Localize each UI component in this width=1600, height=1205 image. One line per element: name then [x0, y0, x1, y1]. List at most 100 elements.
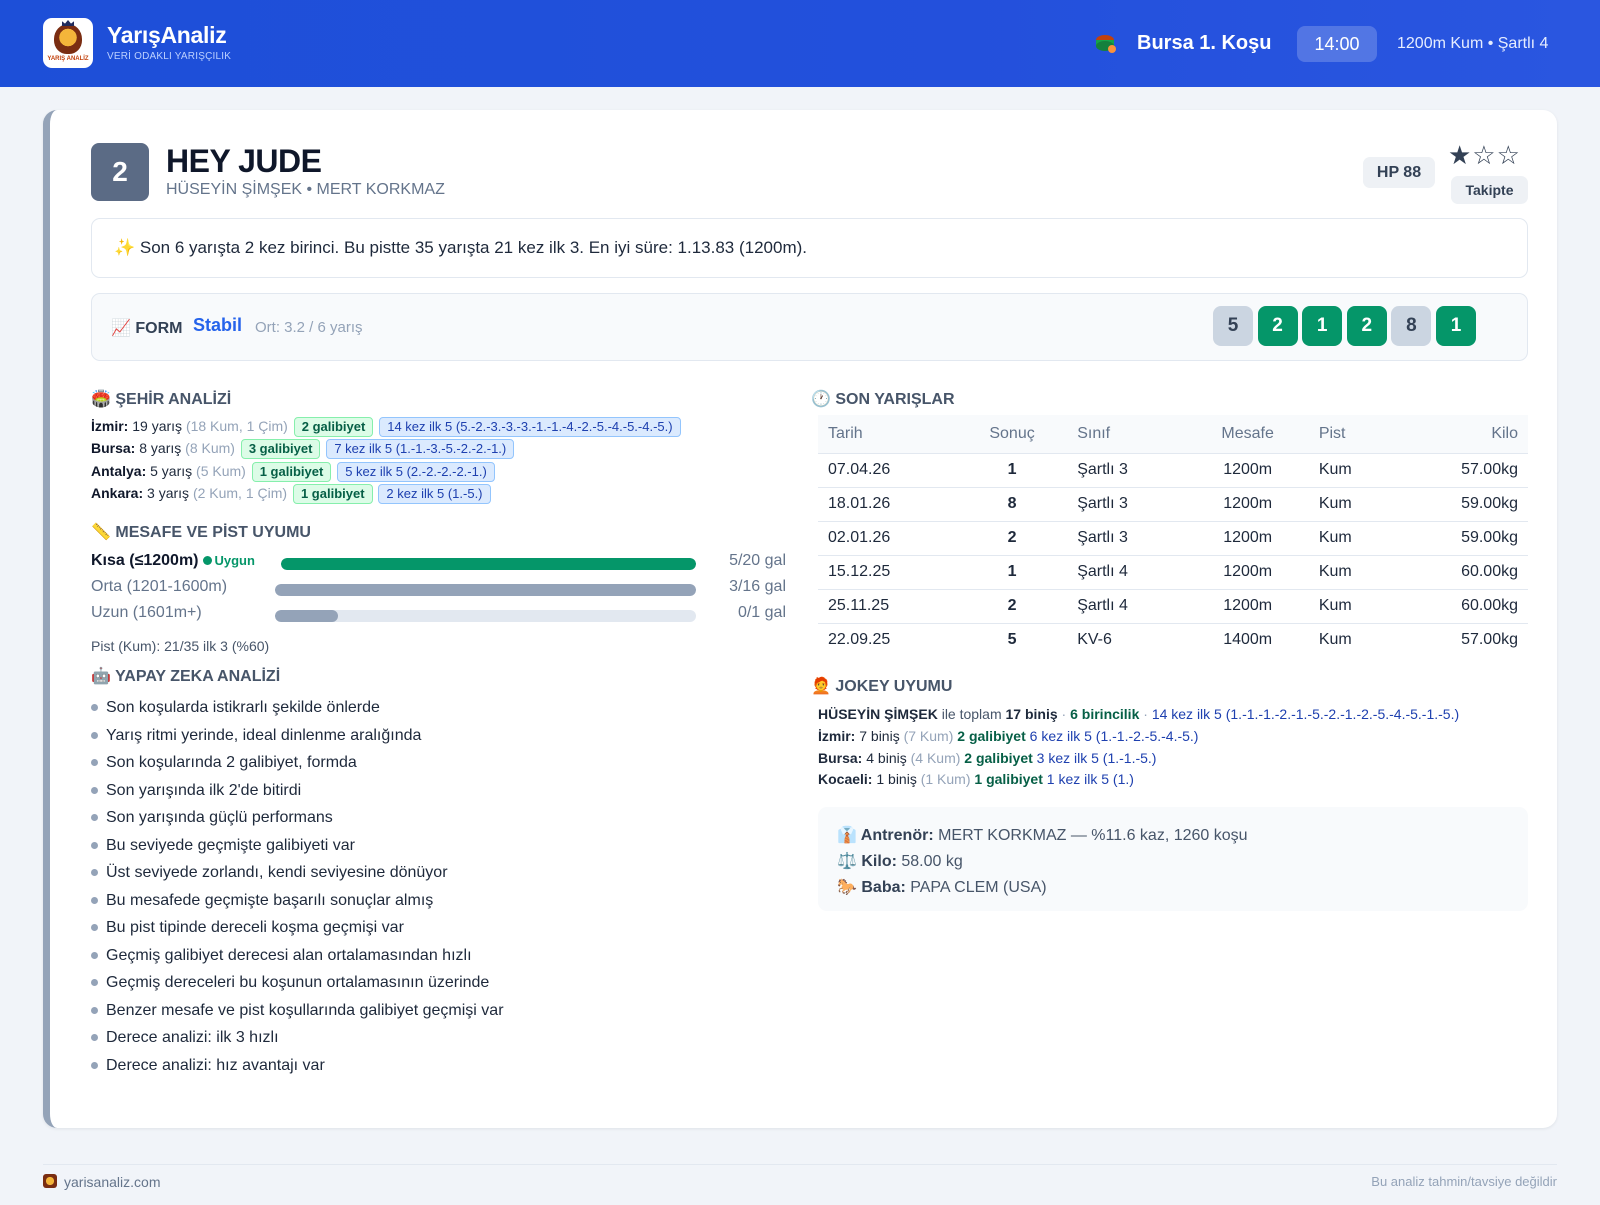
race-cell-date: 25.11.25 — [818, 588, 957, 623]
distance-label-text: Orta (1201-1600m) — [91, 578, 228, 595]
city-name: İzmir: — [91, 418, 129, 434]
table-row[interactable]: 15.12.25 1 Şartlı 4 1200m Kum 60.00kg — [818, 554, 1528, 589]
distance-bar-fill — [275, 610, 339, 622]
jockey-city-name: Bursa: — [818, 749, 863, 766]
form-result-pill: 1 — [1436, 306, 1476, 346]
table-column-header[interactable]: Mesafe — [1186, 415, 1309, 453]
race-cell-weight: 59.00kg — [1398, 486, 1528, 521]
table-column-header[interactable]: Kilo — [1398, 415, 1528, 453]
info-box: 👔 Antrenör: MERT KORKMAZ — %11.6 kaz, 12… — [818, 807, 1528, 911]
race-cell-class: Şartlı 4 — [1067, 588, 1187, 623]
race-cell-distance: 1200m — [1186, 554, 1309, 589]
jockey-total: 17 biniş — [1005, 706, 1058, 722]
footer-divider — [43, 1164, 1557, 1165]
city-races: 5 yarış — [150, 462, 193, 479]
jockey-city-row: İzmir: 7 biniş (7 Kum) 2 galibiyet 6 kez… — [818, 726, 1198, 747]
distance-bar-track — [275, 610, 696, 622]
ai-analysis-item: Bu seviyede geçmişte galibiyeti var — [91, 832, 504, 860]
table-column-header[interactable]: Sınıf — [1067, 415, 1187, 453]
jockey-city-top5: 6 kez ilk 5 (1.-1.-2.-5.-4.-5.) — [1025, 728, 1199, 744]
distance-fit-badge: Uygun — [202, 553, 255, 568]
race-cell-date: 02.01.26 — [818, 520, 957, 555]
race-cell-distance: 1200m — [1186, 520, 1309, 555]
weight-info: ⚖️ Kilo: 58.00 kg — [837, 853, 963, 870]
jockey-city-detail: (4 Kum) — [910, 749, 961, 766]
footer-site-link[interactable]: yarisanaliz.com — [64, 1174, 160, 1190]
follow-button[interactable]: Takipte — [1451, 176, 1528, 204]
table-header: Tarih Sonuç Sınıf Mesafe Pist Kilo — [818, 415, 1528, 453]
table-column-header[interactable]: Sonuç — [956, 415, 1068, 453]
table-row[interactable]: 07.04.26 1 Şartlı 3 1200m Kum 57.00kg — [818, 452, 1528, 487]
form-result-pill: 5 — [1213, 306, 1253, 346]
city-wins-tag: 1 galibiyet — [292, 483, 373, 504]
table-column-header[interactable]: Tarih — [818, 415, 957, 453]
table-row[interactable]: 22.09.25 5 KV-6 1400m Kum 57.00kg — [818, 622, 1528, 657]
jockey-city-top5: 1 kez ilk 5 (1.) — [1042, 771, 1134, 787]
race-cell-distance: 1200m — [1186, 588, 1309, 623]
jockey-city-wins: 1 galibiyet — [970, 771, 1043, 787]
jockey-city-top5: 3 kez ilk 5 (1.-1.-5.) — [1032, 749, 1157, 766]
distance-row: Orta (1201-1600m) 3/16 gal — [91, 578, 786, 600]
race-cell-track: Kum — [1308, 622, 1399, 657]
form-label: 📈 FORM — [111, 320, 183, 337]
race-cell-track: Kum — [1308, 452, 1399, 487]
distance-label: Orta (1201-1600m) — [91, 578, 227, 596]
ai-analysis-item: Son yarışında güçlü performans — [91, 804, 504, 832]
ai-analysis-item: Son koşularında 2 galibiyet, formda — [91, 749, 504, 777]
ai-analysis-item: Derece analizi: hız avantajı var — [91, 1052, 504, 1080]
city-analysis-title: 🏟️ ŞEHİR ANALİZİ — [91, 391, 232, 408]
jockey-city-wins: 2 galibiyet — [960, 749, 1033, 766]
recent-races-title: 🕐 SON YARIŞLAR — [811, 391, 955, 408]
form-result-pill: 1 — [1302, 306, 1343, 346]
ai-analysis-item: Bu pist tipinde dereceli koşma geçmişi v… — [91, 914, 504, 942]
distance-label: Uzun (1601m+) — [91, 604, 202, 622]
race-cell-date: 07.04.26 — [818, 452, 957, 487]
race-cell-weight: 57.00kg — [1398, 622, 1528, 657]
city-races: 19 yarış — [132, 418, 183, 434]
city-wins-tag: 3 galibiyet — [240, 439, 321, 460]
race-title: Bursa 1. Koşu — [1137, 32, 1272, 54]
jockey-city-row: Kocaeli: 1 biniş (1 Kum) 1 galibiyet 1 k… — [818, 769, 1134, 790]
distance-fit-text: Uygun — [214, 553, 255, 568]
horse-name: HEY JUDE — [166, 143, 322, 179]
race-cell-date: 15.12.25 — [818, 554, 957, 589]
ai-analysis-item: Yarış ritmi yerinde, ideal dinlenme aral… — [91, 722, 504, 750]
race-cell-weight: 60.00kg — [1398, 588, 1528, 623]
sire-info: 🐎 Baba: PAPA CLEM (USA) — [837, 879, 1047, 896]
distance-bar-fill — [275, 584, 696, 596]
distance-row: Kısa (≤1200m) Uygun 5/20 gal — [91, 552, 786, 574]
table-row[interactable]: 02.01.26 2 Şartlı 3 1200m Kum 59.00kg — [818, 520, 1528, 555]
race-cell-weight: 60.00kg — [1398, 554, 1528, 589]
logo-crown-icon — [62, 20, 74, 26]
ai-analysis-item: Son koşularda istikrarlı şekilde önlerde — [91, 694, 504, 722]
ai-analysis-item: Son yarışında ilk 2'de bitirdi — [91, 777, 504, 805]
table-row[interactable]: 25.11.25 2 Şartlı 4 1200m Kum 60.00kg — [818, 588, 1528, 623]
form-result-pill: 2 — [1257, 306, 1298, 346]
race-cell-date: 22.09.25 — [818, 622, 957, 657]
distance-bar-fill — [281, 558, 696, 570]
table-column-header[interactable]: Pist — [1308, 415, 1399, 453]
distance-bar-track — [275, 584, 696, 596]
city-detail: (8 Kum) — [185, 440, 235, 457]
horse-card: 2 HEY JUDE HÜSEYİN ŞİMŞEK • MERT KORKMAZ… — [43, 110, 1557, 1128]
jockey-summary: HÜSEYİN ŞİMŞEK ile toplam 17 biniş · 6 b… — [818, 706, 1460, 722]
status-dot-icon — [202, 556, 212, 565]
brand-name: YarışAnaliz — [107, 22, 227, 48]
table-row[interactable]: 18.01.26 8 Şartlı 3 1200m Kum 59.00kg — [818, 486, 1528, 521]
city-races: 3 yarış — [147, 484, 190, 501]
race-cell-weight: 57.00kg — [1398, 452, 1528, 487]
logo[interactable]: YARIŞ ANALİZ — [43, 18, 93, 68]
recent-races-table: Tarih Sonuç Sınıf Mesafe Pist Kilo 07.04.26 1 Ş… — [818, 415, 1528, 657]
hp-badge: HP 88 — [1363, 157, 1435, 188]
logo-horse-icon — [54, 24, 82, 54]
city-detail: (5 Kum) — [196, 462, 246, 479]
city-top5-tag: 2 kez ilk 5 (1.-5.) — [378, 483, 491, 504]
jockey-city-rides: 1 biniş — [872, 771, 921, 787]
rating-stars[interactable]: ★☆☆ — [1448, 140, 1521, 171]
race-cell-weight: 59.00kg — [1398, 520, 1528, 555]
race-meta: 1200m Kum • Şartlı 4 — [1397, 35, 1549, 52]
distance-count: 0/1 gal — [737, 604, 786, 621]
jockey-city-row: Bursa: 4 biniş (4 Kum) 2 galibiyet 3 kez… — [818, 748, 1156, 769]
ai-analysis-item: Benzer mesafe ve pist koşullarında galib… — [91, 997, 504, 1025]
track-stat: Pist (Kum): 21/35 ilk 3 (%60) — [91, 638, 270, 654]
